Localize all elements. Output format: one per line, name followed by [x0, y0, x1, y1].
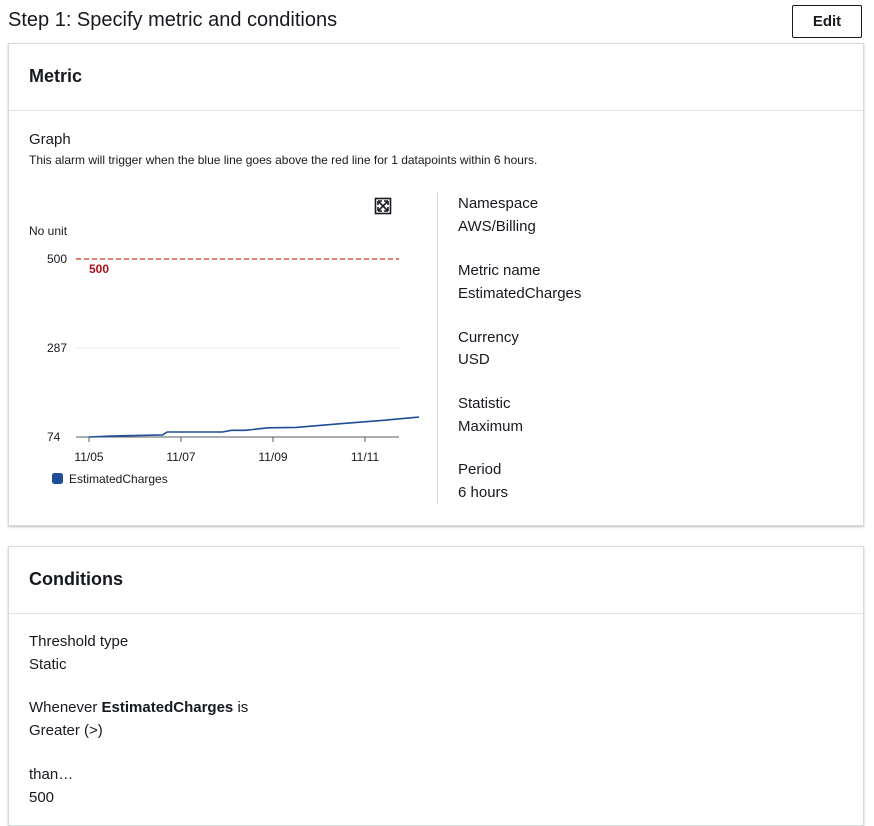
legend-swatch — [52, 473, 63, 484]
whenever-prefix: Whenever — [29, 699, 98, 716]
threshold-label: 500 — [89, 262, 109, 276]
metric-card: Metric Graph This alarm will trigger whe… — [8, 43, 864, 526]
page-title: Step 1: Specify metric and conditions — [8, 9, 338, 31]
whenever-suffix: is — [237, 699, 249, 716]
y-axis-unit-label: No unit — [29, 224, 68, 238]
graph-label: Graph — [29, 131, 71, 148]
period-value: 6 hours — [458, 484, 509, 501]
period-label: Period — [458, 461, 502, 478]
chart-legend[interactable]: EstimatedCharges — [52, 472, 168, 486]
than-label: than… — [29, 766, 74, 783]
namespace-label: Namespace — [458, 195, 539, 212]
details-divider — [437, 192, 438, 504]
threshold-type-value: Static — [29, 656, 67, 673]
whenever-metric: EstimatedCharges — [101, 699, 234, 716]
y-tick-label: 500 — [47, 252, 67, 266]
namespace-value: AWS/Billing — [458, 218, 536, 235]
comparison-value: Greater (>) — [29, 722, 103, 739]
estimated-charges-chart: No unit 500 287 74 500 11/05 11/07 11/09 11/1… — [29, 224, 419, 486]
y-tick-label: 287 — [47, 341, 67, 355]
x-tick-label: 11/07 — [166, 450, 195, 464]
conditions-card-header: Conditions — [9, 547, 863, 614]
legend-label: EstimatedCharges — [69, 472, 168, 486]
y-tick-label: 74 — [47, 430, 61, 444]
graph-description: This alarm will trigger when the blue li… — [29, 153, 538, 167]
x-tick-label: 11/11 — [351, 450, 380, 464]
x-tick-label: 11/05 — [74, 450, 103, 464]
conditions-card-title: Conditions — [29, 569, 123, 589]
series-line-estimatedcharges — [88, 416, 419, 438]
metric-name-value: EstimatedCharges — [458, 285, 582, 302]
page-header: Step 1: Specify metric and conditions Ed… — [0, 0, 874, 44]
statistic-value: Maximum — [458, 418, 524, 435]
than-value: 500 — [29, 789, 55, 806]
whenever-label: Whenever EstimatedCharges is — [29, 699, 248, 716]
edit-button[interactable]: Edit — [792, 5, 862, 38]
statistic-label: Statistic — [458, 395, 511, 412]
metric-card-header: Metric — [9, 44, 863, 111]
metric-name-label: Metric name — [458, 262, 541, 279]
currency-value: USD — [458, 351, 490, 368]
threshold-type-label: Threshold type — [29, 633, 129, 650]
metric-card-title: Metric — [29, 66, 83, 86]
conditions-card: Conditions Threshold type Static Wheneve… — [8, 546, 864, 826]
currency-label: Currency — [458, 329, 519, 346]
x-tick-label: 11/09 — [258, 450, 287, 464]
